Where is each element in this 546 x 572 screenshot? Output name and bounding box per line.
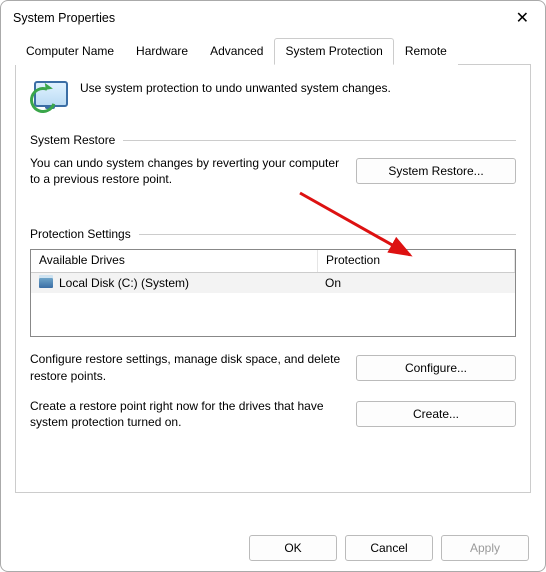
apply-button[interactable]: Apply bbox=[441, 535, 529, 561]
col-drives: Available Drives bbox=[31, 250, 318, 272]
section-title: Protection Settings bbox=[30, 227, 131, 241]
create-button[interactable]: Create... bbox=[356, 401, 516, 427]
section-system-restore: System Restore bbox=[30, 133, 516, 147]
tab-computer-name[interactable]: Computer Name bbox=[15, 38, 125, 65]
titlebar: System Properties ✕ bbox=[1, 1, 545, 35]
intro-text: Use system protection to undo unwanted s… bbox=[80, 77, 391, 95]
system-protection-icon bbox=[30, 77, 68, 115]
dialog-footer: OK Cancel Apply bbox=[249, 535, 529, 561]
section-protection-settings: Protection Settings bbox=[30, 227, 516, 241]
ok-button[interactable]: OK bbox=[249, 535, 337, 561]
table-row[interactable]: Local Disk (C:) (System) On bbox=[31, 273, 515, 293]
create-row: Create a restore point right now for the… bbox=[30, 398, 516, 430]
drive-name: Local Disk (C:) (System) bbox=[59, 276, 189, 290]
divider bbox=[123, 140, 516, 141]
window-title: System Properties bbox=[13, 11, 115, 25]
system-properties-window: System Properties ✕ Computer Name Hardwa… bbox=[0, 0, 546, 572]
drives-table: Available Drives Protection Local Disk (… bbox=[30, 249, 516, 337]
intro-row: Use system protection to undo unwanted s… bbox=[30, 77, 516, 115]
create-desc: Create a restore point right now for the… bbox=[30, 398, 342, 430]
configure-button[interactable]: Configure... bbox=[356, 355, 516, 381]
section-title: System Restore bbox=[30, 133, 115, 147]
cancel-button[interactable]: Cancel bbox=[345, 535, 433, 561]
tabstrip: Computer Name Hardware Advanced System P… bbox=[15, 37, 531, 65]
drives-header: Available Drives Protection bbox=[31, 250, 515, 273]
divider bbox=[139, 234, 516, 235]
configure-row: Configure restore settings, manage disk … bbox=[30, 351, 516, 383]
system-restore-button[interactable]: System Restore... bbox=[356, 158, 516, 184]
tab-system-protection[interactable]: System Protection bbox=[274, 38, 393, 65]
drive-icon bbox=[39, 278, 53, 288]
system-restore-desc: You can undo system changes by reverting… bbox=[30, 155, 342, 187]
col-protection: Protection bbox=[318, 250, 515, 272]
configure-desc: Configure restore settings, manage disk … bbox=[30, 351, 342, 383]
tab-advanced[interactable]: Advanced bbox=[199, 38, 274, 65]
close-icon[interactable]: ✕ bbox=[512, 8, 533, 28]
drive-protection: On bbox=[317, 276, 515, 290]
tab-remote[interactable]: Remote bbox=[394, 38, 458, 65]
tab-hardware[interactable]: Hardware bbox=[125, 38, 199, 65]
tab-panel: Use system protection to undo unwanted s… bbox=[15, 65, 531, 493]
system-restore-row: You can undo system changes by reverting… bbox=[30, 155, 516, 187]
